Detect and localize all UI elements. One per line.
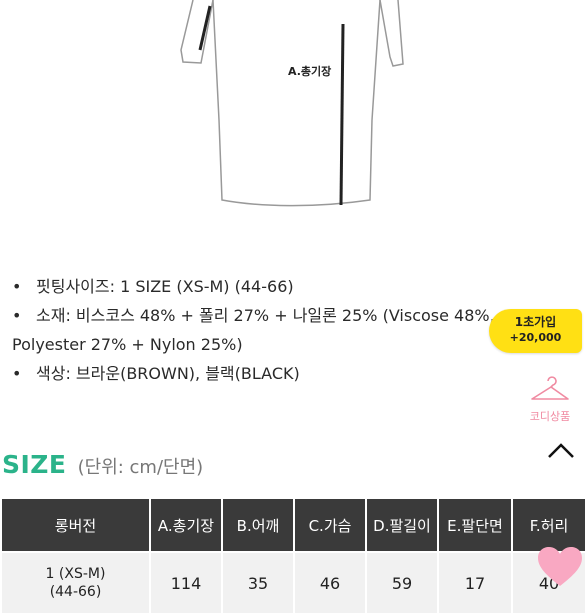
- product-info: • 핏팅사이즈: 1 SIZE (XS-M) (44-66) • 소재: 비스코스 …: [12, 272, 522, 388]
- material-row: • 소재: 비스코스 48% + 폴리 27% + 나일론 25% (Viscos…: [12, 301, 522, 330]
- column-header: B.어깨: [222, 499, 295, 552]
- size-name: 1 (XS-M): [45, 566, 106, 582]
- dress-illustration: A.총기장: [180, 0, 404, 207]
- material-text-cont: Polyester 27% + Nylon 25%): [12, 335, 243, 354]
- value-cell: 17: [438, 551, 513, 613]
- signup-promo-button[interactable]: 1초가입 +20,000: [489, 309, 582, 353]
- length-label: A.총기장: [288, 64, 331, 78]
- column-header: F.허리: [512, 499, 587, 552]
- material-text: 소재: 비스코스 48% + 폴리 27% + 나일론 25% (Viscose…: [36, 306, 495, 325]
- color-text: 색상: 브라운(BROWN), 블랙(BLACK): [36, 364, 300, 383]
- hanger-icon: [531, 376, 569, 400]
- value-cell: 114: [150, 551, 223, 613]
- column-header: C.가슴: [294, 499, 367, 552]
- size-korean: (44-66): [49, 584, 102, 600]
- value-cell: 35: [222, 551, 295, 613]
- fit-row: • 핏팅사이즈: 1 SIZE (XS-M) (44-66): [12, 272, 522, 301]
- column-header: E.팔단면: [438, 499, 513, 552]
- material-row-cont: Polyester 27% + Nylon 25%): [12, 330, 522, 359]
- size-header: SIZE (단위: cm/단면): [2, 450, 203, 479]
- wishlist-heart-icon[interactable]: [536, 546, 584, 588]
- value-cell: 59: [366, 551, 439, 613]
- fit-text: 핏팅사이즈: 1 SIZE (XS-M) (44-66): [36, 277, 294, 296]
- size-table-header-row: 롱버전 A.총기장 B.어깨 C.가슴 D.팔길이 E.팔단면 F.허리: [2, 499, 587, 552]
- color-row: • 색상: 브라운(BROWN), 블랙(BLACK): [12, 359, 522, 388]
- coordi-products-button[interactable]: 코디상품: [518, 375, 582, 435]
- size-title: SIZE: [2, 450, 67, 479]
- column-header: A.총기장: [150, 499, 223, 552]
- bullet: •: [12, 277, 22, 296]
- size-cell: 1 (XS-M) (44-66): [2, 551, 151, 613]
- column-header: 롱버전: [2, 499, 151, 552]
- bullet: •: [12, 306, 22, 325]
- promo-line1: 1초가입: [514, 315, 557, 329]
- bullet: •: [12, 364, 22, 383]
- size-table: 롱버전 A.총기장 B.어깨 C.가슴 D.팔길이 E.팔단면 F.허리 1 (…: [2, 499, 587, 613]
- value-cell: 46: [294, 551, 367, 613]
- coordi-label: 코디상품: [529, 410, 571, 423]
- size-unit: (단위: cm/단면): [77, 457, 204, 478]
- column-header: D.팔길이: [366, 499, 439, 552]
- promo-line2: +20,000: [509, 331, 562, 344]
- table-row: 1 (XS-M) (44-66) 114 35 46 59 17 40: [2, 551, 587, 613]
- scroll-up-icon[interactable]: [545, 441, 577, 461]
